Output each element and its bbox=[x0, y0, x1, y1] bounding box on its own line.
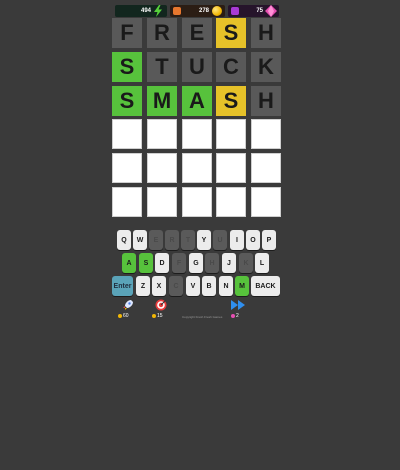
key-v[interactable]: V bbox=[186, 276, 200, 296]
status-bar: 494 278 75 bbox=[115, 5, 279, 17]
key-y[interactable]: Y bbox=[197, 230, 211, 250]
gem-icon bbox=[265, 5, 277, 17]
board-row: STUCK bbox=[112, 52, 282, 82]
copyright-text: Copyright Fresh Fresh Games bbox=[182, 315, 223, 319]
fast-forward-icon bbox=[231, 300, 245, 310]
backspace-key[interactable]: BACK bbox=[251, 276, 280, 296]
key-k[interactable]: K bbox=[239, 253, 253, 273]
letter-tile: S bbox=[216, 86, 246, 116]
board-row bbox=[112, 119, 282, 149]
key-a[interactable]: A bbox=[122, 253, 136, 273]
add-gems-icon[interactable] bbox=[231, 7, 239, 15]
key-b[interactable]: B bbox=[202, 276, 216, 296]
letter-tile bbox=[112, 153, 142, 183]
rocket-count: 60 bbox=[123, 313, 129, 319]
letter-tile bbox=[182, 187, 212, 217]
skip-powerup[interactable]: 2 bbox=[229, 299, 247, 321]
board-row: FRESH bbox=[112, 18, 282, 48]
letter-tile: A bbox=[182, 86, 212, 116]
key-g[interactable]: G bbox=[189, 253, 203, 273]
key-r[interactable]: R bbox=[165, 230, 179, 250]
key-m[interactable]: M bbox=[235, 276, 249, 296]
key-n[interactable]: N bbox=[219, 276, 233, 296]
key-l[interactable]: L bbox=[255, 253, 269, 273]
letter-tile bbox=[147, 153, 177, 183]
letter-tile: S bbox=[112, 86, 142, 116]
key-z[interactable]: Z bbox=[136, 276, 150, 296]
target-powerup[interactable]: 15 bbox=[152, 299, 170, 321]
board-row: SMASH bbox=[112, 86, 282, 116]
key-t[interactable]: T bbox=[181, 230, 195, 250]
letter-tile: H bbox=[251, 18, 281, 48]
key-h[interactable]: H bbox=[205, 253, 219, 273]
letter-tile bbox=[251, 119, 281, 149]
key-e[interactable]: E bbox=[149, 230, 163, 250]
letter-tile bbox=[216, 187, 246, 217]
board-row bbox=[112, 153, 282, 183]
key-s[interactable]: S bbox=[139, 253, 153, 273]
key-i[interactable]: I bbox=[230, 230, 244, 250]
on-screen-keyboard: Q W E R T Y U I O P A S D F G H J K L Enter Z X C V B N M BACK bbox=[112, 230, 282, 300]
key-u[interactable]: U bbox=[213, 230, 227, 250]
key-d[interactable]: D bbox=[155, 253, 169, 273]
key-j[interactable]: J bbox=[222, 253, 236, 273]
letter-tile bbox=[182, 119, 212, 149]
powerups-bar: 60 15 Copyright Fresh Fresh Games 2 bbox=[112, 299, 282, 321]
letter-tile: E bbox=[182, 18, 212, 48]
letter-tile: F bbox=[112, 18, 142, 48]
letter-tile bbox=[112, 187, 142, 217]
letter-tile: T bbox=[147, 52, 177, 82]
key-c[interactable]: C bbox=[169, 276, 183, 296]
coins-counter[interactable]: 278 bbox=[170, 5, 225, 17]
key-w[interactable]: W bbox=[133, 230, 147, 250]
coins-value: 278 bbox=[198, 8, 209, 14]
letter-tile bbox=[147, 187, 177, 217]
letter-tile bbox=[147, 119, 177, 149]
letter-tile bbox=[251, 187, 281, 217]
add-coins-icon[interactable] bbox=[173, 7, 181, 15]
energy-counter: 494 bbox=[115, 5, 167, 17]
key-q[interactable]: Q bbox=[117, 230, 131, 250]
key-x[interactable]: X bbox=[152, 276, 166, 296]
coin-icon bbox=[212, 6, 222, 16]
letter-tile: S bbox=[112, 52, 142, 82]
letter-tile: C bbox=[216, 52, 246, 82]
skip-count: 2 bbox=[236, 313, 239, 319]
letter-tile bbox=[251, 153, 281, 183]
enter-key[interactable]: Enter bbox=[112, 276, 133, 296]
gems-counter[interactable]: 75 bbox=[228, 5, 279, 17]
letter-tile: S bbox=[216, 18, 246, 48]
letter-tile: M bbox=[147, 86, 177, 116]
letter-tile: H bbox=[251, 86, 281, 116]
key-p[interactable]: P bbox=[262, 230, 276, 250]
board-row bbox=[112, 187, 282, 217]
gems-value: 75 bbox=[256, 8, 263, 14]
key-o[interactable]: O bbox=[246, 230, 260, 250]
letter-tile: U bbox=[182, 52, 212, 82]
lightning-bolt-icon bbox=[154, 5, 162, 17]
energy-value: 494 bbox=[140, 8, 151, 14]
target-count: 15 bbox=[157, 313, 163, 319]
letter-tile bbox=[182, 153, 212, 183]
letter-tile bbox=[216, 119, 246, 149]
letter-tile bbox=[112, 119, 142, 149]
letter-tile bbox=[216, 153, 246, 183]
target-icon bbox=[155, 299, 167, 311]
letter-tile: R bbox=[147, 18, 177, 48]
rocket-icon bbox=[123, 300, 133, 310]
rocket-powerup[interactable]: 60 bbox=[118, 299, 136, 321]
key-f[interactable]: F bbox=[172, 253, 186, 273]
letter-tile: K bbox=[251, 52, 281, 82]
